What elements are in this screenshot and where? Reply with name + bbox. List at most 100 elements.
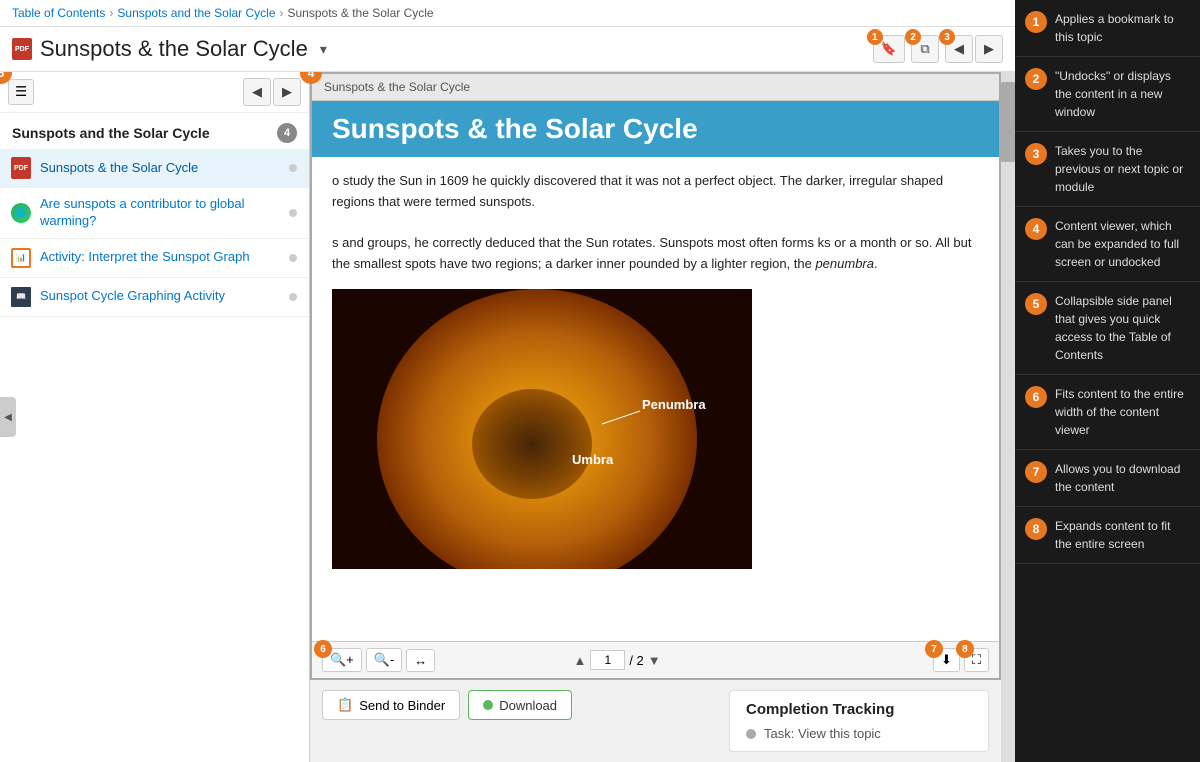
ann-badge-1: 1 bbox=[1025, 11, 1047, 33]
collapse-tab[interactable]: ◀ bbox=[0, 397, 16, 437]
toc-icon-book: 📖 bbox=[10, 286, 32, 308]
bookmark-btn-wrapper: 1 🔖 bbox=[873, 35, 905, 63]
ann-text-4: Content viewer, which can be expanded to… bbox=[1055, 217, 1190, 271]
toc-item-1[interactable]: 🌐 Are sunspots a contributor to global w… bbox=[0, 188, 309, 239]
page-nav: ▲ / 2 ▼ bbox=[573, 650, 660, 670]
content-heading: Sunspots & the Solar Cycle bbox=[332, 113, 979, 145]
completion-title: Completion Tracking bbox=[746, 701, 972, 718]
ann-text-1: Applies a bookmark to this topic bbox=[1055, 10, 1190, 46]
title-dropdown-btn[interactable]: ▾ bbox=[320, 41, 327, 58]
annotation-item-2: 2 "Undocks" or displays the content in a… bbox=[1015, 57, 1200, 132]
breadcrumb-sep-1: › bbox=[109, 6, 113, 20]
download-dot-icon bbox=[483, 700, 493, 710]
ann-text-5: Collapsible side panel that gives you qu… bbox=[1055, 292, 1190, 364]
bottom-right-btns: 7 ⬇ 8 ⛶ bbox=[933, 648, 989, 672]
toc-item-0[interactable]: PDF Sunspots & the Solar Cycle bbox=[0, 149, 309, 188]
ann-badge-2: 2 bbox=[1025, 68, 1047, 90]
bookmark-badge: 1 bbox=[867, 29, 883, 45]
undock-btn-wrapper: 2 ⧉ bbox=[911, 35, 939, 63]
completion-task: Task: View this topic bbox=[746, 726, 972, 741]
nav-badge: 3 bbox=[939, 29, 955, 45]
pdf-icon-0: PDF bbox=[11, 157, 31, 179]
breadcrumb-link-2[interactable]: Sunspots and the Solar Cycle bbox=[117, 6, 275, 20]
collapse-arrow-icon: ◀ bbox=[4, 412, 12, 423]
download-btn-label: Download bbox=[499, 698, 557, 713]
page-separator: / 2 bbox=[629, 653, 643, 668]
toc-item-3[interactable]: 📖 Sunspot Cycle Graphing Activity bbox=[0, 278, 309, 317]
ann-badge-3: 3 bbox=[1025, 143, 1047, 165]
fit-width-btn-wrapper: 6 🔍+ bbox=[322, 648, 362, 672]
completion-tracking: Completion Tracking Task: View this topi… bbox=[729, 690, 989, 752]
toc-label-3: Sunspot Cycle Graphing Activity bbox=[40, 288, 281, 305]
annotation-item-5: 5 Collapsible side panel that gives you … bbox=[1015, 282, 1200, 375]
activity-icon-2: 📊 bbox=[11, 248, 31, 268]
toc-icon-globe: 🌐 bbox=[10, 202, 32, 224]
book-icon-3: 📖 bbox=[11, 287, 31, 307]
below-viewer: 📋 Send to Binder Download Completion Tra… bbox=[310, 680, 1001, 762]
binder-btn-label: Send to Binder bbox=[359, 698, 445, 713]
scrollbar-track[interactable] bbox=[1001, 72, 1015, 762]
ann-badge-8: 8 bbox=[1025, 518, 1047, 540]
fit-width-btn[interactable]: ↔ bbox=[406, 649, 435, 672]
send-to-binder-btn[interactable]: 📋 Send to Binder bbox=[322, 690, 460, 720]
penumbra-label: Penumbra bbox=[642, 397, 706, 412]
page-up-arrow: ▲ bbox=[573, 653, 586, 668]
toc-dot-0 bbox=[289, 164, 297, 172]
badge-7: 7 bbox=[925, 640, 943, 658]
toc-label-1: Are sunspots a contributor to global war… bbox=[40, 196, 281, 230]
toc-dot-2 bbox=[289, 254, 297, 262]
breadcrumb-link-1[interactable]: Table of Contents bbox=[12, 6, 105, 20]
ann-badge-7: 7 bbox=[1025, 461, 1047, 483]
task-label: Task: View this topic bbox=[764, 726, 881, 741]
content-title-bar: Sunspots & the Solar Cycle bbox=[312, 101, 999, 157]
umbra-label: Umbra bbox=[572, 452, 614, 467]
title-bar-left: PDF Sunspots & the Solar Cycle ▾ bbox=[12, 36, 327, 62]
ann-badge-4: 4 bbox=[1025, 218, 1047, 240]
side-panel-nav: ◀ ▶ bbox=[243, 78, 301, 106]
annotation-item-1: 1 Applies a bookmark to this topic bbox=[1015, 0, 1200, 57]
annotation-item-7: 7 Allows you to download the content bbox=[1015, 450, 1200, 507]
ann-text-3: Takes you to the previous or next topic … bbox=[1055, 142, 1190, 196]
toc-label-2: Activity: Interpret the Sunspot Graph bbox=[40, 249, 281, 266]
download-btn[interactable]: Download bbox=[468, 690, 572, 720]
sunspot-svg: Penumbra Umbra bbox=[332, 289, 752, 569]
nav-btn-wrapper: 3 ◀ ▶ bbox=[945, 35, 1003, 63]
annotation-item-6: 6 Fits content to the entire width of th… bbox=[1015, 375, 1200, 450]
ann-badge-6: 6 bbox=[1025, 386, 1047, 408]
sunspot-image-container: Penumbra Umbra bbox=[312, 289, 999, 569]
title-pdf-icon: PDF bbox=[12, 38, 32, 60]
badge-6: 6 bbox=[314, 640, 332, 658]
next-button[interactable]: ▶ bbox=[975, 35, 1003, 63]
content-para-1: o study the Sun in 1609 he quickly disco… bbox=[332, 171, 979, 213]
breadcrumb: Table of Contents › Sunspots and the Sol… bbox=[0, 0, 1015, 27]
globe-icon-1: 🌐 bbox=[11, 203, 31, 223]
fullscreen-btn-wrapper: 8 ⛶ bbox=[964, 648, 989, 672]
zoom-out-btn[interactable]: 🔍- bbox=[366, 648, 403, 672]
ann-badge-5: 5 bbox=[1025, 293, 1047, 315]
page-down-arrow: ▼ bbox=[648, 653, 661, 668]
side-panel-tab-row: ☰ ◀ ▶ bbox=[0, 72, 309, 113]
content-viewer: Sunspots & the Solar Cycle Sunspots & th… bbox=[310, 72, 1001, 680]
badge-4: 4 bbox=[300, 72, 322, 84]
task-dot-icon bbox=[746, 729, 756, 739]
toc-label-0: Sunspots & the Solar Cycle bbox=[40, 160, 281, 177]
scrollbar-thumb[interactable] bbox=[1001, 82, 1015, 162]
toc-item-2[interactable]: 📊 Activity: Interpret the Sunspot Graph bbox=[0, 239, 309, 278]
side-panel-next-btn[interactable]: ▶ bbox=[273, 78, 301, 106]
content-para-2: s and groups, he correctly deduced that … bbox=[332, 233, 979, 275]
annotation-item-3: 3 Takes you to the previous or next topi… bbox=[1015, 132, 1200, 207]
side-panel-prev-btn[interactable]: ◀ bbox=[243, 78, 271, 106]
toc-icon-pdf: PDF bbox=[10, 157, 32, 179]
toc-count: 4 bbox=[277, 123, 297, 143]
toc-section-title: Sunspots and the Solar Cycle bbox=[12, 125, 210, 141]
toc-icon-activity: 📊 bbox=[10, 247, 32, 269]
ann-text-8: Expands content to fit the entire screen bbox=[1055, 517, 1190, 553]
viewer-wrapper: ◀ 5 ☰ ◀ ▶ Sunspots and the Solar Cycle bbox=[0, 72, 1015, 762]
ann-text-2: "Undocks" or displays the content in a n… bbox=[1055, 67, 1190, 121]
toc-dot-1 bbox=[289, 209, 297, 217]
toc-section-header: Sunspots and the Solar Cycle 4 bbox=[0, 113, 309, 149]
annotation-item-8: 8 Expands content to fit the entire scre… bbox=[1015, 507, 1200, 564]
binder-icon: 📋 bbox=[337, 697, 353, 713]
page-number-input[interactable] bbox=[590, 650, 625, 670]
bottom-toolbar: 6 🔍+ 🔍- ↔ ▲ / 2 ▼ 7 bbox=[312, 641, 999, 678]
